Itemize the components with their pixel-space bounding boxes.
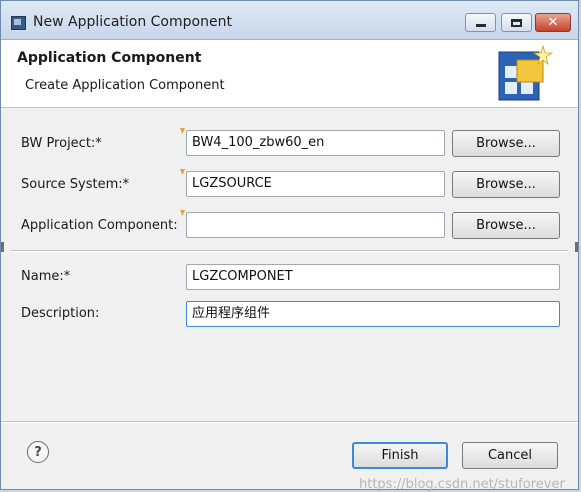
bw-project-label: BW Project:* (21, 136, 102, 151)
name-label: Name:* (21, 269, 71, 284)
source-system-input[interactable]: LGZSOURCE (186, 171, 445, 197)
application-component-wizard-icon (498, 44, 553, 101)
source-system-browse-button[interactable]: Browse... (452, 171, 560, 198)
name-input[interactable]: LGZCOMPONET (186, 264, 560, 290)
window-title: New Application Component (33, 14, 232, 30)
maximize-icon (511, 18, 522, 27)
required-indicator-icon (180, 169, 185, 175)
finish-button[interactable]: Finish (352, 442, 448, 469)
wizard-subtitle: Create Application Component (25, 78, 225, 93)
application-component-input[interactable] (186, 212, 445, 238)
wizard-header: Application Component Create Application… (1, 40, 578, 108)
maximize-button[interactable] (501, 13, 532, 32)
required-indicator-icon (180, 128, 185, 134)
help-icon: ? (34, 444, 42, 460)
new-application-component-dialog: New Application Component ✕ Application … (0, 0, 579, 492)
cancel-button[interactable]: Cancel (462, 442, 558, 469)
form-area: BW Project:* BW4_100_zbw60_en Browse... … (1, 108, 578, 406)
window-app-icon (11, 16, 26, 30)
bw-project-input[interactable]: BW4_100_zbw60_en (186, 130, 445, 156)
description-label: Description: (21, 306, 100, 321)
application-component-label: Application Component: (21, 218, 178, 233)
close-icon: ✕ (547, 15, 559, 30)
title-bar[interactable]: New Application Component ✕ (1, 1, 578, 40)
resize-tick-left (1, 242, 4, 252)
description-input[interactable]: 应用程序组件 (186, 301, 560, 327)
form-separator (11, 250, 568, 252)
minimize-icon (475, 24, 486, 27)
required-indicator-icon (180, 210, 185, 216)
wizard-title: Application Component (17, 50, 202, 66)
source-system-label: Source System:* (21, 177, 130, 192)
minimize-button[interactable] (465, 13, 496, 32)
bw-project-browse-button[interactable]: Browse... (452, 130, 560, 157)
close-button[interactable]: ✕ (535, 13, 571, 32)
resize-tick-right (575, 242, 578, 252)
footer-separator (1, 421, 578, 423)
watermark-text: https://blog.csdn.net/stuforever (359, 477, 565, 492)
help-button[interactable]: ? (27, 441, 49, 463)
application-component-browse-button[interactable]: Browse... (452, 212, 560, 239)
